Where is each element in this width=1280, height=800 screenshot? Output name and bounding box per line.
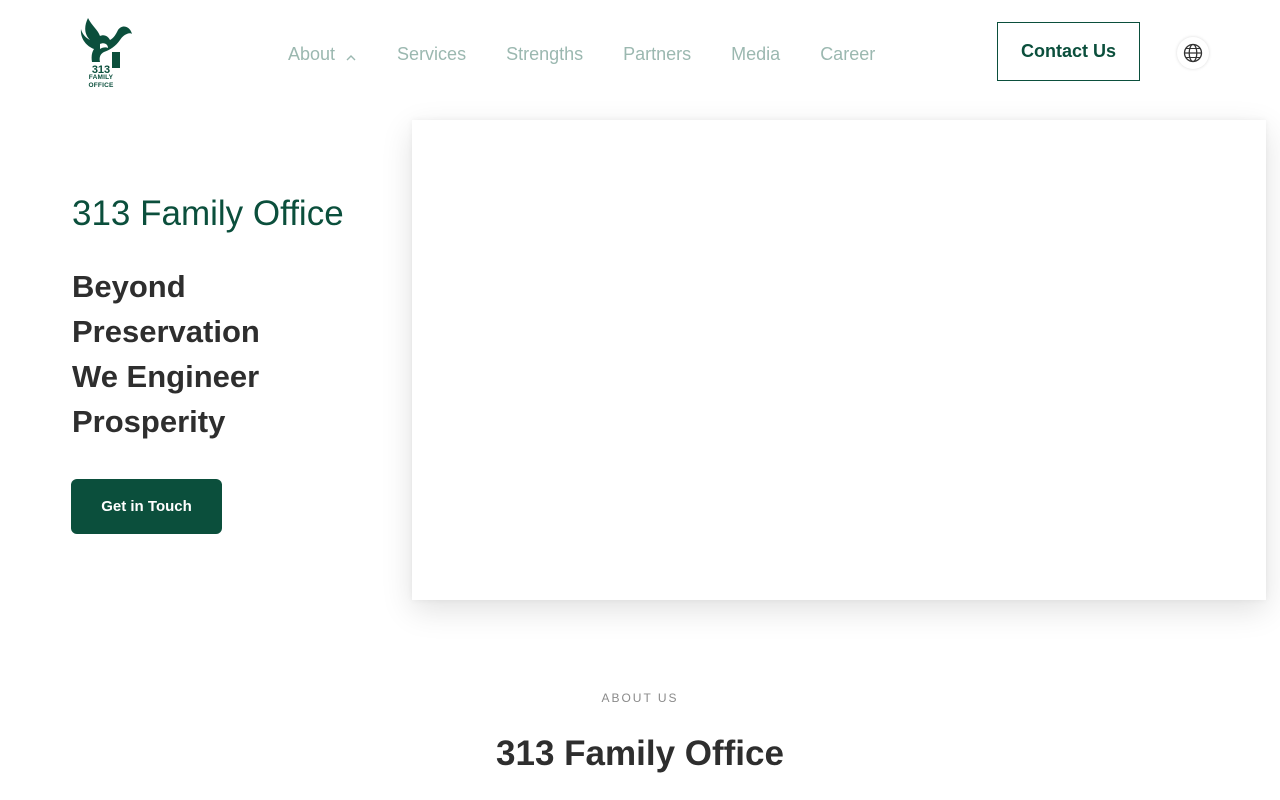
nav-item-about[interactable]: About (288, 44, 357, 65)
phoenix-icon (80, 18, 132, 68)
main-nav: About Services Strengths Partners Media … (288, 42, 875, 66)
globe-icon (1183, 43, 1203, 63)
nav-item-partners[interactable]: Partners (623, 44, 691, 65)
nav-item-label: About (288, 43, 336, 64)
logo-line-family: FAMILY (88, 74, 114, 81)
logo-number: 313 (91, 64, 111, 76)
site-header: 313 FAMILY OFFICE About Services Strengt… (0, 0, 1280, 108)
site-logo[interactable]: 313 FAMILY OFFICE (78, 16, 136, 92)
hero-title-line: Beyond (72, 269, 186, 304)
hero-title: Beyond Preservation We Engineer Prosperi… (72, 264, 392, 444)
hero-media-panel (412, 120, 1266, 600)
about-section-title: 313 Family Office (496, 734, 784, 773)
nav-item-label: Partners (623, 43, 692, 64)
about-section-label: ABOUT US (601, 691, 679, 705)
nav-item-label: Strengths (506, 43, 584, 64)
hero-title-line: Preservation (72, 314, 260, 349)
language-switcher[interactable] (1177, 37, 1209, 69)
logo-text: 313 FAMILY OFFICE (78, 64, 124, 90)
hero-title-line: Prosperity (72, 404, 226, 439)
nav-item-label: Media (731, 43, 781, 64)
contact-us-button[interactable]: Contact Us (997, 22, 1140, 81)
nav-item-services[interactable]: Services (397, 44, 466, 65)
chevron-up-icon (345, 48, 357, 61)
get-in-touch-button[interactable]: Get in Touch (71, 479, 222, 534)
nav-item-label: Services (397, 43, 467, 64)
hero-title-line: We Engineer (72, 359, 260, 394)
nav-item-strengths[interactable]: Strengths (506, 44, 583, 65)
nav-item-label: Career (820, 43, 876, 64)
nav-item-media[interactable]: Media (731, 44, 780, 65)
logo-line-office: OFFICE (88, 82, 114, 89)
hero-subtitle: 313 Family Office (72, 194, 344, 233)
nav-item-career[interactable]: Career (820, 44, 875, 65)
